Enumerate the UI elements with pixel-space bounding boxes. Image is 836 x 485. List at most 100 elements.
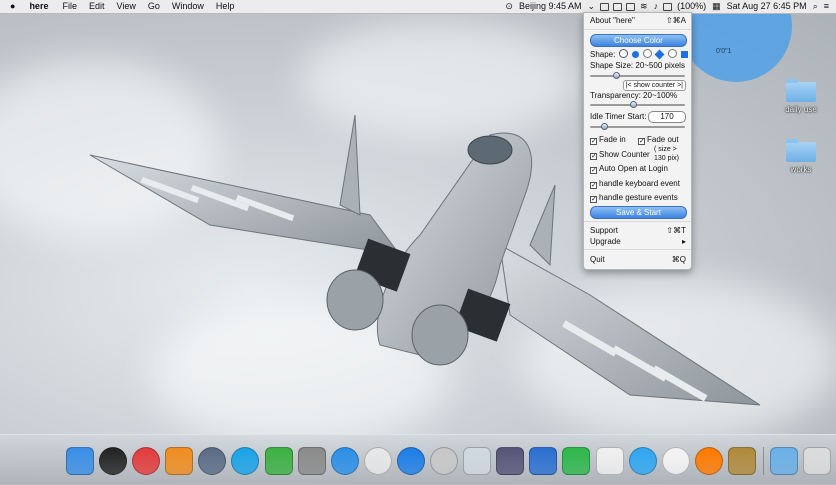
fade-in-checkbox[interactable]: ✓ Fade in bbox=[590, 135, 626, 145]
shape-circle-radio-icon[interactable] bbox=[618, 49, 628, 58]
choose-color-button[interactable]: Choose Color bbox=[590, 34, 687, 47]
idle-timer-row: Idle Timer Start: 170 bbox=[590, 111, 686, 123]
handle-gesture-checkbox[interactable]: ✓ handle gesture events bbox=[590, 193, 686, 203]
fade-out-checkbox[interactable]: ✓ Fade out bbox=[638, 135, 679, 145]
submenu-arrow-icon: ▸ bbox=[681, 237, 686, 246]
menu-go[interactable]: Go bbox=[142, 0, 166, 13]
menu-help[interactable]: Help bbox=[210, 0, 241, 13]
disk-utility-icon[interactable] bbox=[430, 447, 459, 475]
checkbox-icon: ✓ bbox=[590, 182, 597, 189]
facetime-icon[interactable] bbox=[264, 447, 293, 475]
status-icon[interactable] bbox=[626, 2, 636, 11]
finder-icon[interactable] bbox=[66, 447, 94, 475]
date-time[interactable]: Sat Aug 27 6:45 PM bbox=[724, 0, 810, 13]
ibooks-icon[interactable] bbox=[165, 447, 194, 475]
menu-item-support[interactable]: Support ⇧⌘T bbox=[590, 226, 686, 235]
battery-icon[interactable] bbox=[663, 2, 673, 11]
dashboard-icon[interactable] bbox=[99, 447, 128, 475]
checkbox-icon: ✓ bbox=[590, 153, 597, 160]
photos-icon[interactable] bbox=[661, 447, 690, 475]
shape-label: Shape: bbox=[590, 50, 616, 59]
checkbox-icon: ✓ bbox=[590, 167, 597, 174]
show-counter-button[interactable]: |< show counter >| bbox=[622, 80, 686, 91]
menu-window[interactable]: Window bbox=[166, 0, 210, 13]
checkbox-label: Fade out bbox=[647, 135, 679, 144]
size-note-line: ( size > bbox=[654, 146, 677, 153]
apple-icon[interactable]: ● bbox=[0, 0, 23, 13]
folder-daily-use[interactable]: daily use bbox=[776, 79, 826, 114]
slider-knob[interactable] bbox=[630, 101, 638, 108]
menu-app-name[interactable]: here bbox=[23, 0, 56, 13]
app-store-icon[interactable] bbox=[396, 447, 425, 475]
shape-size-slider[interactable] bbox=[590, 72, 685, 79]
shape-circle-icon[interactable] bbox=[631, 51, 639, 58]
folder-label: works bbox=[790, 165, 812, 174]
shape-row: Shape: bbox=[590, 49, 688, 60]
menu-item-label: Quit bbox=[590, 255, 605, 264]
dock-icons bbox=[66, 447, 836, 475]
folder-works[interactable]: works bbox=[776, 139, 826, 174]
menu-item-upgrade[interactable]: Upgrade ▸ bbox=[590, 237, 686, 246]
here-app-menu: About "here" ⇧⌘A Choose Color Shape: Sha… bbox=[583, 12, 692, 270]
notification-center-icon[interactable]: ≡ bbox=[821, 0, 832, 13]
stack-icon[interactable] bbox=[727, 447, 756, 475]
show-counter-row: |< show counter >| bbox=[590, 80, 686, 91]
idle-timer-input[interactable]: 170 bbox=[648, 111, 686, 123]
here-app-icon[interactable] bbox=[595, 447, 624, 475]
menu-item-about[interactable]: About "here" ⇧⌘A bbox=[590, 16, 686, 25]
menu-item-label: About "here" bbox=[590, 16, 635, 25]
safari-icon[interactable] bbox=[330, 447, 359, 475]
input-source-icon[interactable]: ▦ bbox=[709, 0, 724, 13]
checkbox-label: Auto Open at Login bbox=[599, 164, 668, 173]
messages-icon[interactable] bbox=[628, 447, 657, 475]
checkbox-label: Show Counter bbox=[599, 150, 650, 159]
preview-icon[interactable] bbox=[463, 447, 492, 475]
circle-counter-text: 0'0"1 bbox=[716, 48, 732, 55]
checkbox-icon: ✓ bbox=[590, 196, 597, 203]
separator bbox=[584, 221, 691, 222]
folder-icon bbox=[786, 139, 816, 162]
shape-square-icon[interactable] bbox=[680, 51, 688, 58]
transparency-slider[interactable] bbox=[590, 101, 685, 108]
size-note: ( size > 130 pix) bbox=[654, 145, 679, 163]
folder-icon bbox=[786, 79, 816, 102]
checkbox-icon: ✓ bbox=[638, 138, 645, 145]
auto-open-checkbox[interactable]: ✓ Auto Open at Login bbox=[590, 164, 686, 174]
launchpad-icon[interactable] bbox=[198, 447, 227, 475]
separator bbox=[584, 249, 691, 250]
script-editor-icon[interactable] bbox=[496, 447, 525, 475]
spotlight-icon[interactable]: ⌕ bbox=[810, 0, 821, 13]
show-counter-checkbox[interactable]: ✓ Show Counter ( size > 130 pix) bbox=[590, 146, 686, 162]
shape-diamond-icon[interactable] bbox=[654, 49, 665, 60]
system-preferences-icon[interactable] bbox=[297, 447, 326, 475]
dock-separator bbox=[762, 447, 764, 475]
menu-item-quit[interactable]: Quit ⌘Q bbox=[590, 255, 686, 264]
status-icon[interactable] bbox=[600, 2, 610, 11]
qq-icon[interactable] bbox=[694, 447, 723, 475]
shape-radio-icon[interactable] bbox=[667, 49, 677, 58]
numbers-icon[interactable] bbox=[562, 447, 591, 475]
shortcut-label: ⇧⌘T bbox=[666, 226, 686, 235]
status-icon[interactable] bbox=[613, 2, 623, 11]
menu-edit[interactable]: Edit bbox=[83, 0, 111, 13]
checkbox-label: handle gesture events bbox=[599, 193, 678, 202]
checkbox-label: Fade in bbox=[599, 135, 626, 144]
shape-size-label: Shape Size: 20~500 pixels bbox=[590, 61, 685, 70]
music-icon[interactable] bbox=[132, 447, 161, 475]
chrome-icon[interactable] bbox=[363, 447, 392, 475]
world-clock-icon[interactable]: ⊙ bbox=[502, 0, 516, 13]
slider-knob[interactable] bbox=[600, 123, 608, 130]
menu-view[interactable]: View bbox=[110, 0, 141, 13]
menu-file[interactable]: File bbox=[56, 0, 83, 13]
skype-icon[interactable] bbox=[231, 447, 260, 475]
xcode-icon[interactable] bbox=[529, 447, 558, 475]
idle-timer-slider[interactable] bbox=[590, 123, 685, 130]
world-clock-text[interactable]: Beijing 9:45 AM bbox=[516, 0, 585, 13]
shape-radio-icon[interactable] bbox=[643, 49, 653, 58]
save-start-button[interactable]: Save & Start bbox=[590, 206, 687, 219]
downloads-icon[interactable] bbox=[769, 447, 798, 475]
handle-keyboard-checkbox[interactable]: ✓ handle keyboard event bbox=[590, 179, 686, 189]
trash-icon[interactable] bbox=[803, 447, 832, 475]
desktop-background: 0'0"1 daily use works bbox=[0, 0, 836, 484]
slider-knob[interactable] bbox=[612, 72, 620, 79]
